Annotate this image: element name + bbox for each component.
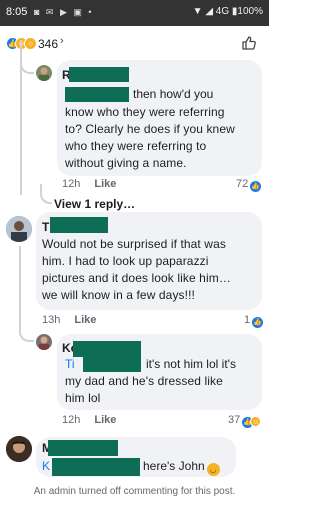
reaction-count[interactable]: 72 👍 xyxy=(236,178,262,192)
mention-tag[interactable]: K xyxy=(42,459,50,473)
mention-tag[interactable]: Ti xyxy=(65,357,75,371)
comment-time: 12h xyxy=(62,414,81,426)
commenting-disabled-note: An admin turned off commenting for this … xyxy=(33,486,236,497)
comment-bubble[interactable]: M K here's John ◡ xyxy=(36,437,236,477)
view-replies-link[interactable]: View 1 reply… xyxy=(54,197,135,211)
comment-text-line: without giving a name. xyxy=(65,156,187,170)
redacted-name xyxy=(69,67,129,82)
thread-elbow xyxy=(20,60,34,74)
avatar[interactable] xyxy=(6,436,32,462)
comment-text-line: know who they were referring xyxy=(65,105,225,119)
redacted-tag xyxy=(65,87,129,102)
clock: 8:05 xyxy=(6,6,28,18)
comment-meta: 12h Like xyxy=(62,414,116,426)
status-bar: 8:05 ◙ ✉ ▶ ▣ • ▼ ◢ 4G ▮100% xyxy=(0,0,269,26)
redacted-name xyxy=(48,440,118,456)
reactions-bar[interactable]: 👍 ☺ ○ 346 › xyxy=(0,26,269,62)
comment-meta: 13h Like xyxy=(42,314,96,326)
redacted-tag xyxy=(52,458,140,476)
avatar[interactable] xyxy=(36,334,52,350)
avatar[interactable] xyxy=(6,216,32,242)
comment-inline-text: here's John xyxy=(143,459,205,473)
comment-text-line: him lol xyxy=(65,391,101,405)
system-indicators: ▼ ◢ 4G ▮100% xyxy=(192,6,263,17)
redacted-name xyxy=(73,341,141,357)
chevron-right-icon[interactable]: › xyxy=(60,35,64,47)
comment-text-line: it's not him lol it's xyxy=(146,357,236,371)
like-link[interactable]: Like xyxy=(94,178,116,190)
comment-time: 12h xyxy=(62,178,81,190)
reaction-count[interactable]: 37 👍☺ xyxy=(228,414,262,428)
avatar[interactable] xyxy=(36,65,52,81)
comment-text-line: Would not be surprised if that was xyxy=(42,237,226,251)
comment-text-line: to? Clearly he does if you knew xyxy=(65,122,235,136)
like-link[interactable]: Like xyxy=(74,314,96,326)
comment-text-line: my dad and he's dressed like xyxy=(65,374,223,388)
comment-text-line: here's John ◡ xyxy=(143,458,220,476)
wow-reaction-icon: ○ xyxy=(24,37,37,50)
like-outline-icon[interactable] xyxy=(241,35,257,51)
comment-time: 13h xyxy=(42,314,61,326)
reaction-count[interactable]: 346 xyxy=(38,37,58,51)
comment-bubble[interactable]: R then how'd you know who they were refe… xyxy=(57,60,262,176)
thread-elbow xyxy=(40,184,52,204)
thread-line xyxy=(19,246,21,332)
haha-reaction-icon: ☺ xyxy=(250,416,262,427)
like-reaction-icon: 👍 xyxy=(250,181,262,192)
comment-bubble[interactable]: Ko Ti it's not him lol it's my dad and h… xyxy=(57,334,262,410)
redacted-area xyxy=(147,390,225,408)
comment-text-line: we will know in a few days!!! xyxy=(42,288,195,302)
like-link[interactable]: Like xyxy=(94,414,116,426)
comment-meta: 12h Like xyxy=(62,178,116,190)
redacted-tag xyxy=(83,356,141,372)
thread-elbow xyxy=(19,330,34,342)
notification-icons: ◙ ✉ ▶ ▣ • xyxy=(34,7,94,17)
comment-reaction-count: 72 xyxy=(236,178,249,190)
comment-bubble[interactable]: T Would not be surprised if that was him… xyxy=(36,212,262,310)
comment-text-line: who they were referring to xyxy=(65,139,207,153)
redacted-name xyxy=(50,217,108,233)
like-reaction-icon: 👍 xyxy=(252,317,264,328)
comment-text-line: him. I had to look up paparazzi xyxy=(42,254,209,268)
comment-text-line: pictures and it does look like him… xyxy=(42,271,231,285)
reaction-count[interactable]: 1 👍 xyxy=(244,314,264,328)
laughing-emoji-icon: ◡ xyxy=(206,463,220,476)
comment-text-line: then how'd you xyxy=(133,87,214,101)
comment-reaction-count: 1 xyxy=(244,314,251,326)
commenter-name[interactable]: T xyxy=(42,220,49,234)
comment-reaction-count: 37 xyxy=(228,414,241,426)
